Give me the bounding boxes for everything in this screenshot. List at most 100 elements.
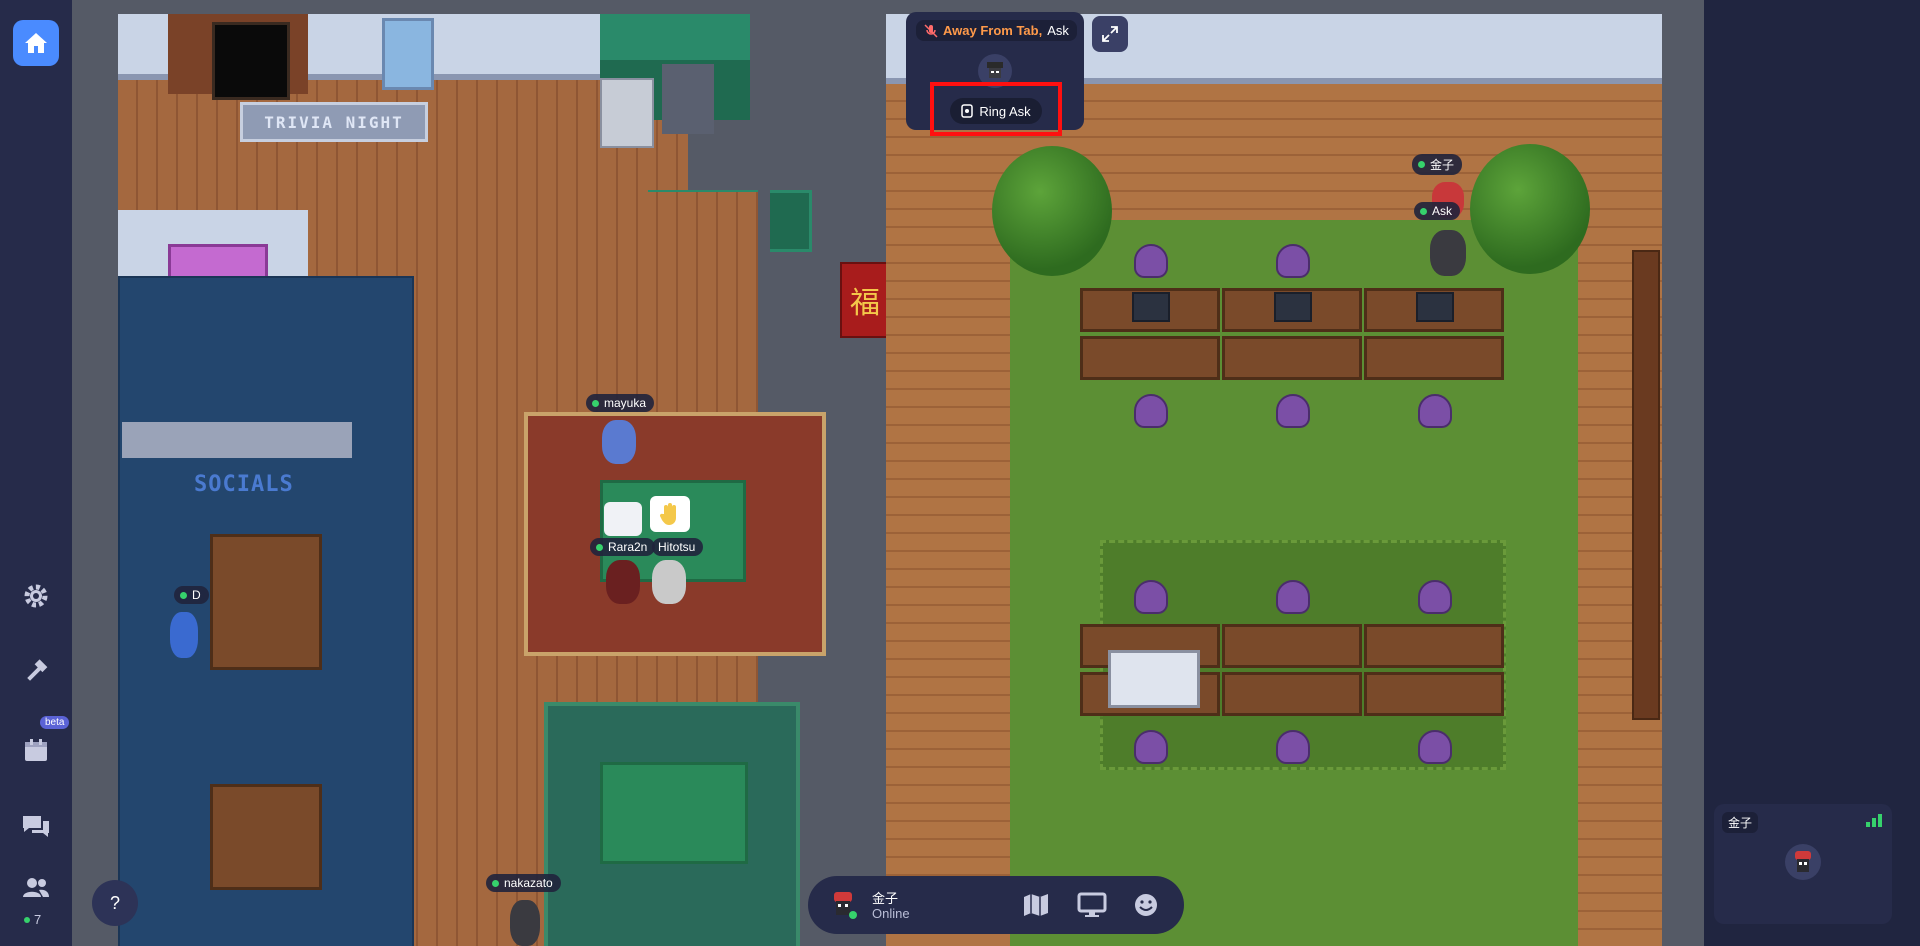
player-name: 金子 bbox=[1430, 158, 1455, 172]
socials-table-1[interactable] bbox=[210, 534, 322, 670]
away-status: Away From Tab, Ask bbox=[916, 20, 1077, 41]
away-label: Away From Tab, bbox=[943, 23, 1043, 38]
player-label: Hitotsu bbox=[652, 538, 704, 556]
emote-button[interactable] bbox=[1130, 890, 1162, 920]
fu-banner: 福 bbox=[840, 262, 890, 338]
whiteboard[interactable] bbox=[1108, 650, 1200, 708]
people-icon bbox=[23, 878, 49, 897]
poker-table[interactable] bbox=[600, 762, 748, 864]
player-label: nakazato bbox=[486, 874, 561, 892]
player-avatar[interactable] bbox=[652, 560, 686, 604]
player-name: Ask bbox=[1432, 204, 1453, 218]
player-avatar-icon bbox=[987, 62, 1003, 78]
trivia-screen bbox=[212, 22, 290, 100]
user-status: Online bbox=[872, 906, 910, 921]
player-label: mayuka bbox=[586, 394, 655, 412]
gear-icon bbox=[24, 584, 48, 608]
settings-button[interactable] bbox=[20, 580, 52, 612]
desk[interactable] bbox=[1364, 672, 1504, 716]
bottom-toolbar: 金子 Online bbox=[808, 876, 1184, 934]
chair bbox=[1418, 580, 1452, 614]
socials-table-2[interactable] bbox=[210, 784, 322, 890]
online-dot-icon bbox=[1418, 161, 1425, 168]
monitor-icon bbox=[1077, 892, 1107, 917]
video-tile-name: 金子 bbox=[1722, 812, 1759, 833]
expand-icon bbox=[1102, 26, 1118, 42]
screen-share-button[interactable] bbox=[1076, 890, 1108, 920]
desk[interactable] bbox=[1222, 336, 1362, 380]
home-button[interactable] bbox=[13, 20, 59, 66]
online-dot-icon bbox=[24, 916, 30, 923]
calendar-button[interactable] bbox=[20, 734, 52, 766]
online-dot-icon bbox=[1420, 207, 1427, 215]
expand-button[interactable] bbox=[1092, 16, 1128, 52]
socials-sign: SOCIALS bbox=[194, 472, 294, 497]
desk[interactable] bbox=[1222, 624, 1362, 668]
player-avatar[interactable] bbox=[606, 560, 640, 604]
online-dot-icon bbox=[180, 591, 187, 599]
player-avatar[interactable] bbox=[1430, 230, 1466, 276]
chair bbox=[1134, 580, 1168, 614]
monitor bbox=[1274, 292, 1312, 322]
chair bbox=[1418, 730, 1452, 764]
game-map[interactable]: TRIVIA NIGHT 福 SOCIALS 金子 Ask mayuka Rar… bbox=[72, 0, 1704, 946]
video-tile[interactable]: 金子 bbox=[1714, 804, 1892, 924]
player-name: nakazato bbox=[504, 876, 553, 890]
chat-icon bbox=[23, 816, 49, 837]
monitor bbox=[1416, 292, 1454, 322]
online-count: 7 bbox=[24, 912, 41, 927]
help-label: ? bbox=[109, 892, 120, 913]
chat-button[interactable] bbox=[20, 810, 52, 842]
player-name: D bbox=[192, 588, 201, 602]
chair bbox=[1276, 730, 1310, 764]
player-avatar-icon bbox=[834, 892, 857, 919]
left-sidebar: beta 7 bbox=[0, 0, 72, 946]
highlight-box bbox=[930, 82, 1062, 136]
user-name: 金子 bbox=[872, 891, 899, 906]
player-label: Rara2n bbox=[590, 538, 656, 556]
avatar bbox=[1785, 844, 1821, 880]
tree-left bbox=[992, 146, 1112, 276]
trivia-night-sign: TRIVIA NIGHT bbox=[240, 102, 428, 142]
player-name: Rara2n bbox=[608, 540, 648, 554]
chair bbox=[1276, 244, 1310, 278]
fridge bbox=[600, 78, 654, 148]
away-name: Ask bbox=[1047, 23, 1069, 38]
hand-icon bbox=[660, 503, 676, 525]
player-label: 金子 bbox=[1412, 154, 1463, 175]
player-avatar[interactable] bbox=[602, 420, 636, 464]
home-icon bbox=[25, 33, 47, 53]
avatar[interactable] bbox=[828, 889, 858, 919]
player-avatar[interactable] bbox=[510, 900, 540, 946]
desk[interactable] bbox=[1364, 336, 1504, 380]
chair bbox=[1134, 730, 1168, 764]
desk[interactable] bbox=[1080, 336, 1220, 380]
chat-bubble-icon bbox=[604, 502, 642, 536]
map-icon bbox=[1024, 894, 1048, 916]
map-button[interactable] bbox=[1020, 890, 1052, 920]
side-shelf bbox=[1632, 250, 1660, 720]
chair bbox=[1276, 580, 1310, 614]
desk[interactable] bbox=[1364, 624, 1504, 668]
socials-shelf bbox=[122, 422, 352, 458]
chair bbox=[1134, 244, 1168, 278]
player-label: D bbox=[174, 586, 209, 604]
monitor bbox=[1132, 292, 1170, 322]
player-avatar[interactable] bbox=[170, 612, 198, 658]
online-count-value: 7 bbox=[34, 912, 42, 927]
chair bbox=[1276, 394, 1310, 428]
poster bbox=[382, 18, 434, 90]
signal-strength-icon bbox=[1866, 814, 1882, 827]
hammer-icon bbox=[27, 659, 48, 681]
participants-button[interactable] bbox=[20, 872, 52, 904]
online-dot-icon bbox=[492, 879, 499, 887]
chair bbox=[1418, 394, 1452, 428]
desk[interactable] bbox=[1222, 672, 1362, 716]
player-name: Hitotsu bbox=[658, 540, 696, 554]
tree-right bbox=[1470, 144, 1590, 274]
help-button[interactable]: ? bbox=[92, 880, 138, 926]
calendar-icon bbox=[25, 739, 47, 761]
beta-badge: beta bbox=[40, 716, 70, 729]
build-tool-button[interactable] bbox=[20, 656, 52, 688]
player-name: mayuka bbox=[604, 396, 647, 410]
